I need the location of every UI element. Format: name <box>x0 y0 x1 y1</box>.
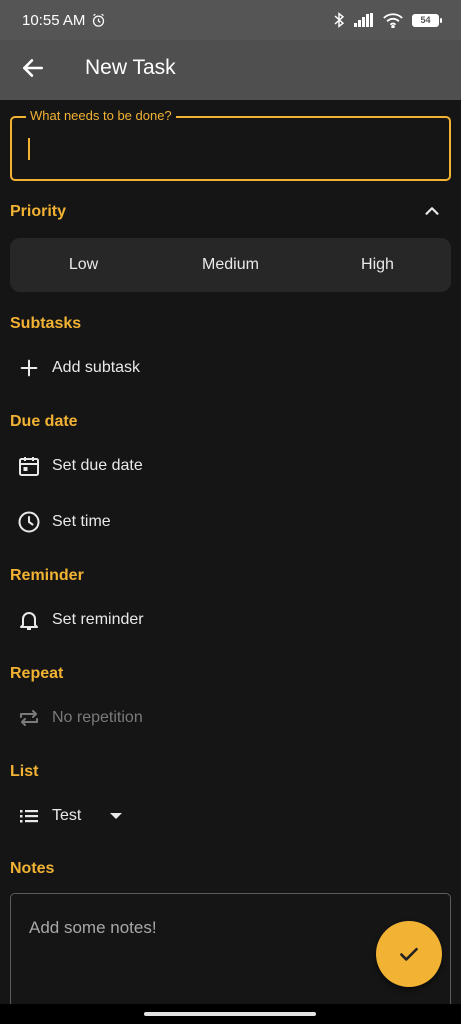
add-subtask-button[interactable]: Add subtask <box>16 353 140 383</box>
repeat-icon <box>16 705 42 731</box>
bell-icon <box>16 607 42 633</box>
dropdown-arrow-icon <box>110 813 123 819</box>
chevron-up-icon[interactable] <box>421 200 443 222</box>
alarm-icon <box>93 13 105 27</box>
app-bar: New Task <box>0 40 461 100</box>
list-icon <box>16 803 42 829</box>
task-title-input[interactable]: What needs to be done? <box>10 108 451 181</box>
priority-high-button[interactable]: High <box>304 256 451 274</box>
priority-selector: Low Medium High <box>10 238 451 292</box>
wifi-icon <box>383 12 403 28</box>
list-selected-value: Test <box>52 807 82 824</box>
set-due-date-button[interactable]: Set due date <box>16 451 143 481</box>
notes-placeholder: Add some notes! <box>29 918 157 937</box>
subtasks-section-title: Subtasks <box>10 315 82 332</box>
back-arrow-icon[interactable] <box>20 55 46 81</box>
add-subtask-label: Add subtask <box>52 359 141 376</box>
repeat-selector[interactable]: No repetition <box>16 703 143 733</box>
save-task-button[interactable] <box>376 921 442 987</box>
status-left: 10:55 AM <box>22 12 106 29</box>
priority-medium-button[interactable]: Medium <box>157 256 304 274</box>
due-date-section-title: Due date <box>10 413 78 430</box>
reminder-section-title: Reminder <box>10 567 84 584</box>
status-right: 54 <box>333 12 442 28</box>
repeat-section-title: Repeat <box>10 665 64 682</box>
calendar-icon <box>16 453 42 479</box>
home-indicator[interactable] <box>144 1012 316 1016</box>
system-nav-bar <box>0 1004 461 1024</box>
notes-section-title: Notes <box>10 860 55 877</box>
checkmark-icon <box>400 947 418 961</box>
text-caret <box>28 138 30 160</box>
task-title-label: What needs to be done? <box>26 108 176 123</box>
priority-section-title: Priority <box>10 203 67 220</box>
set-time-label: Set time <box>52 513 111 530</box>
clock-icon <box>16 509 42 535</box>
list-selector[interactable]: Test <box>16 801 123 831</box>
page-title: New Task <box>85 56 176 79</box>
status-bar: 10:55 AM 54 <box>0 0 461 40</box>
bluetooth-icon <box>334 12 345 28</box>
set-reminder-label: Set reminder <box>52 611 144 628</box>
signal-icon <box>354 13 373 27</box>
plus-icon <box>16 355 42 381</box>
set-due-date-label: Set due date <box>52 457 143 474</box>
status-time: 10:55 AM <box>22 11 86 29</box>
battery-icon: 54 <box>412 13 442 27</box>
list-section-title: List <box>10 763 39 780</box>
priority-low-button[interactable]: Low <box>10 256 157 274</box>
repeat-value: No repetition <box>52 709 143 726</box>
set-time-button[interactable]: Set time <box>16 507 111 537</box>
set-reminder-button[interactable]: Set reminder <box>16 605 144 635</box>
